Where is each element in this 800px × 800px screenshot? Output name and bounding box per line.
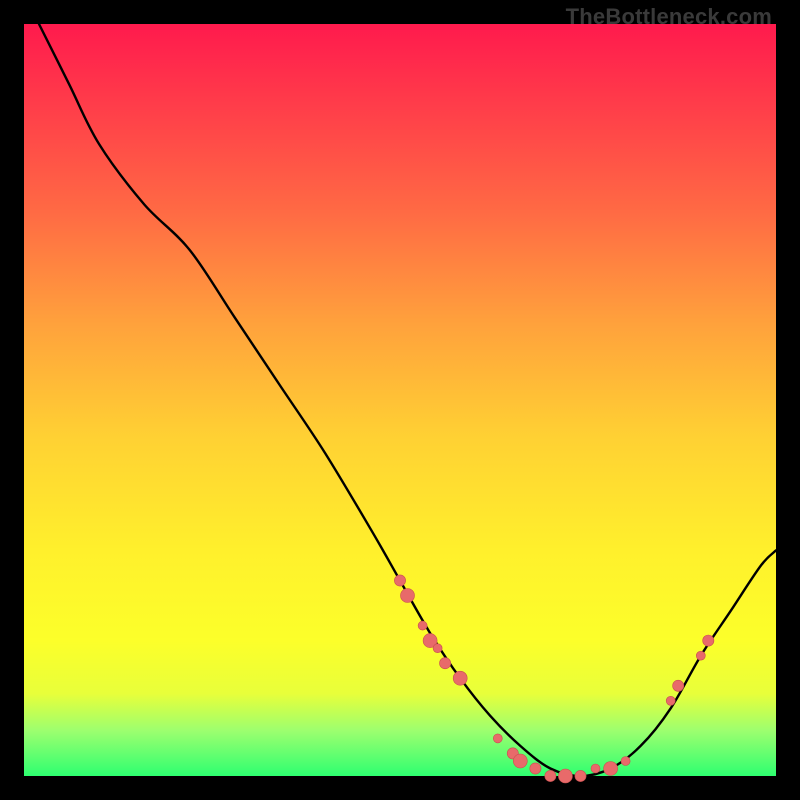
data-point [545, 770, 556, 781]
attribution-label: TheBottleneck.com [566, 4, 772, 30]
data-point [394, 575, 405, 586]
data-points-group [394, 575, 714, 783]
data-point [433, 644, 442, 653]
data-point [493, 734, 502, 743]
data-point [621, 757, 630, 766]
data-point [401, 589, 415, 603]
data-point [673, 680, 684, 691]
data-point [666, 696, 675, 705]
data-point [591, 764, 600, 773]
data-point [418, 621, 427, 630]
data-point [696, 651, 705, 660]
data-point [530, 763, 541, 774]
data-point [604, 762, 618, 776]
curve-svg [24, 24, 776, 776]
data-point [575, 770, 586, 781]
data-point [440, 658, 451, 669]
chart-container: TheBottleneck.com [0, 0, 800, 800]
data-point [703, 635, 714, 646]
data-point [453, 671, 467, 685]
data-point [513, 754, 527, 768]
data-point [558, 769, 572, 783]
plot-area [24, 24, 776, 776]
bottleneck-curve [39, 24, 776, 776]
